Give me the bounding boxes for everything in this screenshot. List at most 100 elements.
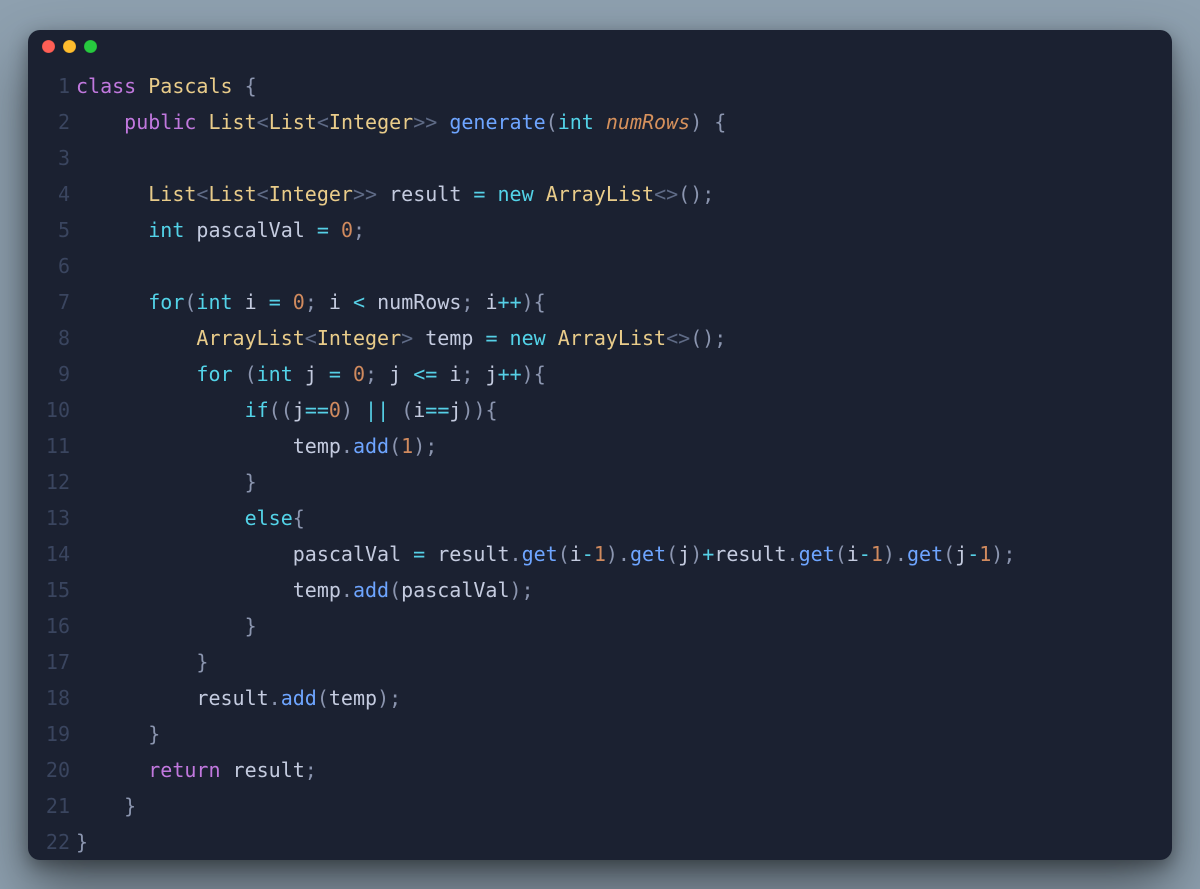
code-content[interactable]: }	[76, 464, 257, 500]
token-fn: add	[281, 686, 317, 710]
token-punct: (	[401, 398, 413, 422]
code-content[interactable]: temp.add(pascalVal);	[76, 572, 534, 608]
zoom-icon[interactable]	[84, 40, 97, 53]
code-line[interactable]: 11 temp.add(1);	[28, 428, 1172, 464]
token-sp	[473, 326, 485, 350]
token-ident: result	[437, 542, 509, 566]
token-punct: (	[389, 434, 401, 458]
token-cls: Integer	[317, 326, 401, 350]
token-sp	[534, 182, 546, 206]
token-op: ++	[498, 362, 522, 386]
line-number: 2	[28, 104, 76, 140]
token-punct: ).	[883, 542, 907, 566]
token-num: 0	[293, 290, 305, 314]
code-content[interactable]	[76, 248, 88, 284]
token-punct: ).	[606, 542, 630, 566]
token-ident: result	[196, 686, 268, 710]
token-angle: <	[196, 182, 208, 206]
token-sp	[329, 218, 341, 242]
token-punct: ;	[365, 362, 377, 386]
code-line[interactable]: 9 for (int j = 0; j <= i; j++){	[28, 356, 1172, 392]
code-line[interactable]: 17 }	[28, 644, 1172, 680]
line-number: 1	[28, 68, 76, 104]
code-content[interactable]: return result;	[76, 752, 317, 788]
token-sp	[76, 398, 245, 422]
code-line[interactable]: 18 result.add(temp);	[28, 680, 1172, 716]
token-num: 0	[341, 218, 353, 242]
line-number: 18	[28, 680, 76, 716]
code-line[interactable]: 6	[28, 248, 1172, 284]
code-content[interactable]: }	[76, 716, 160, 752]
code-line[interactable]: 2 public List<List<Integer>> generate(in…	[28, 104, 1172, 140]
token-fn: add	[353, 578, 389, 602]
token-op: ==	[425, 398, 449, 422]
token-ident: numRows	[377, 290, 461, 314]
code-content[interactable]: pascalVal = result.get(i-1).get(j)+resul…	[76, 536, 1015, 572]
token-cls: List	[208, 110, 256, 134]
code-content[interactable]: for(int i = 0; i < numRows; i++){	[76, 284, 546, 320]
token-sp	[546, 326, 558, 350]
token-sp	[389, 398, 401, 422]
token-kw: class	[76, 74, 136, 98]
code-line[interactable]: 13 else{	[28, 500, 1172, 536]
code-line[interactable]: 10 if((j==0) || (i==j)){	[28, 392, 1172, 428]
token-cls: Pascals	[148, 74, 232, 98]
line-number: 6	[28, 248, 76, 284]
code-content[interactable]: else{	[76, 500, 305, 536]
code-content[interactable]: class Pascals {	[76, 68, 257, 104]
code-line[interactable]: 16 }	[28, 608, 1172, 644]
token-punct: }	[245, 614, 257, 638]
minimize-icon[interactable]	[63, 40, 76, 53]
token-punct: );	[413, 434, 437, 458]
code-line[interactable]: 20 return result;	[28, 752, 1172, 788]
code-content[interactable]: }	[76, 608, 257, 644]
token-punct: .	[341, 434, 353, 458]
close-icon[interactable]	[42, 40, 55, 53]
code-content[interactable]: List<List<Integer>> result = new ArrayLi…	[76, 176, 714, 212]
token-op: <=	[413, 362, 437, 386]
code-line[interactable]: 12 }	[28, 464, 1172, 500]
line-number: 19	[28, 716, 76, 752]
code-line[interactable]: 5 int pascalVal = 0;	[28, 212, 1172, 248]
code-line[interactable]: 4 List<List<Integer>> result = new Array…	[28, 176, 1172, 212]
token-sp	[233, 290, 245, 314]
token-sp	[76, 326, 196, 350]
code-content[interactable]: if((j==0) || (i==j)){	[76, 392, 498, 428]
code-content[interactable]: ArrayList<Integer> temp = new ArrayList<…	[76, 320, 726, 356]
code-line[interactable]: 8 ArrayList<Integer> temp = new ArrayLis…	[28, 320, 1172, 356]
code-line[interactable]: 1class Pascals {	[28, 68, 1172, 104]
code-content[interactable]: for (int j = 0; j <= i; j++){	[76, 356, 546, 392]
token-ident: j	[486, 362, 498, 386]
token-ctrl: if	[245, 398, 269, 422]
token-sp	[76, 650, 196, 674]
token-sp	[221, 758, 233, 782]
code-line[interactable]: 3	[28, 140, 1172, 176]
token-sp	[233, 362, 245, 386]
code-content[interactable]: }	[76, 644, 208, 680]
token-ident: pascalVal	[293, 542, 401, 566]
code-content[interactable]: temp.add(1);	[76, 428, 437, 464]
token-ident: j	[389, 362, 401, 386]
code-content[interactable]: int pascalVal = 0;	[76, 212, 365, 248]
line-number: 13	[28, 500, 76, 536]
code-content[interactable]: }	[76, 824, 88, 860]
token-ctrl: new	[510, 326, 546, 350]
code-line[interactable]: 22}	[28, 824, 1172, 860]
code-content[interactable]	[76, 140, 88, 176]
code-line[interactable]: 15 temp.add(pascalVal);	[28, 572, 1172, 608]
token-punct: )	[690, 542, 702, 566]
code-content[interactable]: result.add(temp);	[76, 680, 401, 716]
token-punct: .	[341, 578, 353, 602]
token-ident: j	[955, 542, 967, 566]
code-line[interactable]: 19 }	[28, 716, 1172, 752]
code-editor[interactable]: 1class Pascals {2 public List<List<Integ…	[28, 64, 1172, 860]
token-op: ==	[305, 398, 329, 422]
code-line[interactable]: 21 }	[28, 788, 1172, 824]
token-ident: pascalVal	[401, 578, 509, 602]
code-content[interactable]: public List<List<Integer>> generate(int …	[76, 104, 726, 140]
token-angle: <>	[666, 326, 690, 350]
code-line[interactable]: 7 for(int i = 0; i < numRows; i++){	[28, 284, 1172, 320]
token-sp	[425, 542, 437, 566]
code-content[interactable]: }	[76, 788, 136, 824]
code-line[interactable]: 14 pascalVal = result.get(i-1).get(j)+re…	[28, 536, 1172, 572]
